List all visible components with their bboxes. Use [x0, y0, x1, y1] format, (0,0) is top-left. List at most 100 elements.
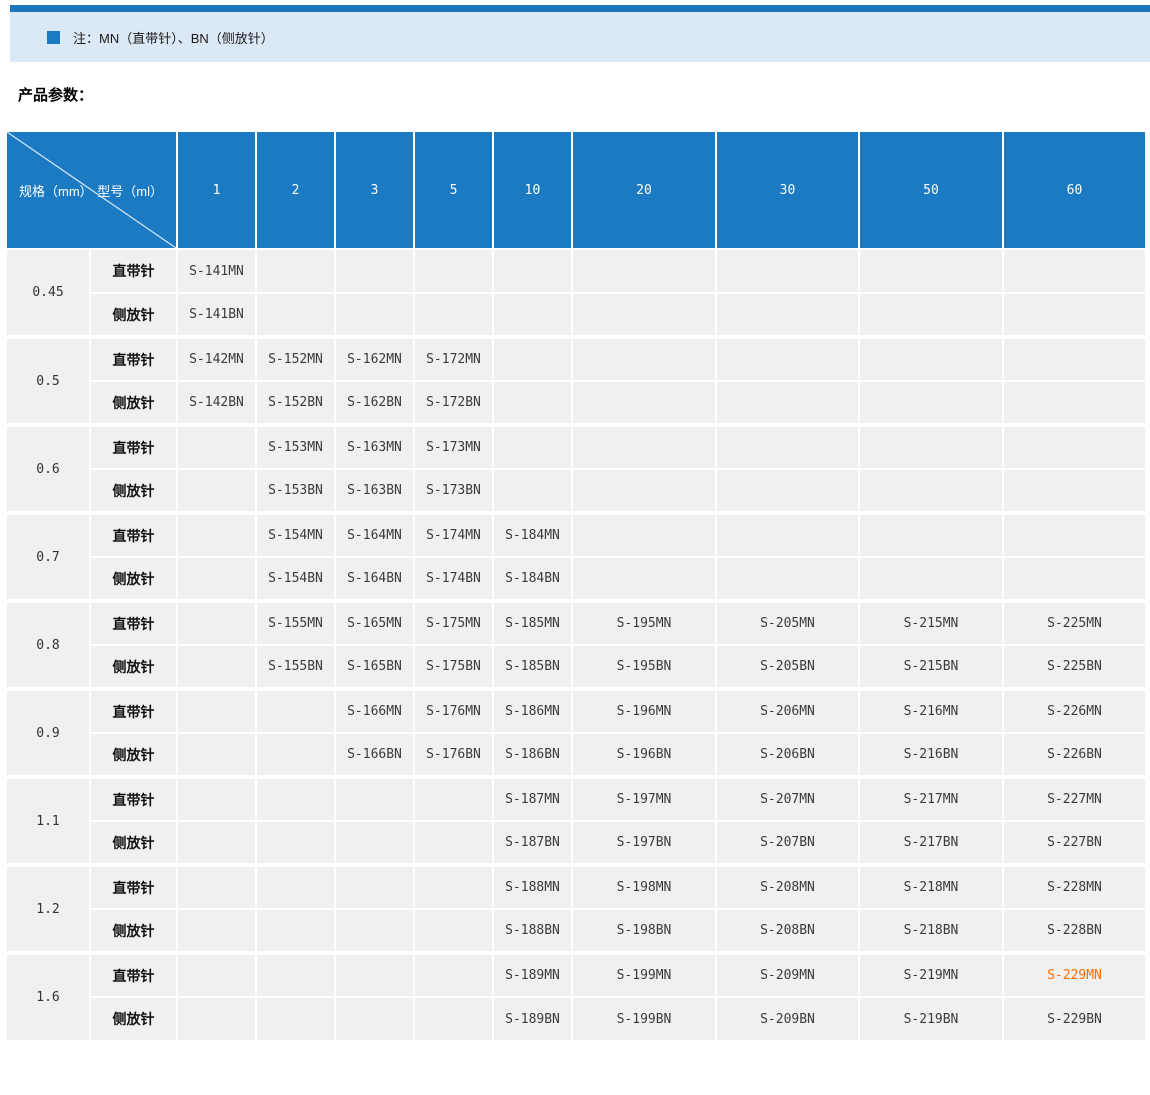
needle-type-cell: 直带针 [89, 687, 178, 734]
empty-cell [176, 732, 257, 778]
table-row: 侧放针 S-188BN S-198BN S-208BN S-218BN S-228BN [6, 908, 1147, 954]
empty-cell [571, 292, 717, 338]
model-cell: S-184MN [492, 511, 573, 558]
model-cell: S-184BN [492, 556, 573, 602]
model-cell: S-218MN [858, 863, 1004, 910]
model-cell: S-165BN [334, 644, 415, 690]
empty-cell [176, 423, 257, 470]
empty-cell [334, 775, 415, 822]
model-cell: S-187BN [492, 820, 573, 866]
model-cell: S-225MN [1002, 599, 1147, 646]
empty-cell [334, 908, 415, 954]
model-cell: S-216BN [858, 732, 1004, 778]
empty-cell [176, 775, 257, 822]
model-cell: S-206MN [715, 687, 860, 734]
empty-cell [255, 732, 336, 778]
model-cell: S-175BN [413, 644, 494, 690]
empty-cell [255, 996, 336, 1042]
model-cell: S-187MN [492, 775, 573, 822]
note-text: 注：MN（直带针）、BN（侧放针） [73, 30, 274, 46]
empty-cell [858, 380, 1004, 426]
model-cell: S-229MN [1002, 951, 1147, 998]
model-cell: S-198BN [571, 908, 717, 954]
model-cell: S-189MN [492, 951, 573, 998]
empty-cell [492, 248, 573, 294]
column-header: 20 [571, 130, 717, 250]
model-cell: S-207MN [715, 775, 860, 822]
model-cell: S-162BN [334, 380, 415, 426]
empty-cell [1002, 248, 1147, 294]
model-cell: S-188BN [492, 908, 573, 954]
model-cell: S-186MN [492, 687, 573, 734]
empty-cell [176, 644, 257, 690]
model-cell: S-227MN [1002, 775, 1147, 822]
empty-cell [571, 468, 717, 514]
empty-cell [176, 996, 257, 1042]
empty-cell [715, 292, 860, 338]
model-cell: S-196MN [571, 687, 717, 734]
needle-type-cell: 侧放针 [89, 292, 178, 338]
empty-cell [413, 292, 494, 338]
column-header: 50 [858, 130, 1004, 250]
model-cell: S-219BN [858, 996, 1004, 1042]
needle-type-cell: 直带针 [89, 951, 178, 998]
table-row: 侧放针 S-189BN S-199BN S-209BN S-219BN S-229BN [6, 996, 1147, 1042]
empty-cell [492, 380, 573, 426]
model-cell: S-188MN [492, 863, 573, 910]
model-cell: S-185MN [492, 599, 573, 646]
model-cell: S-155MN [255, 599, 336, 646]
model-cell: S-215MN [858, 599, 1004, 646]
empty-cell [255, 863, 336, 910]
model-cell: S-226BN [1002, 732, 1147, 778]
empty-cell [176, 556, 257, 602]
empty-cell [571, 556, 717, 602]
table-row: 0.7 直带针 S-154MN S-164MN S-174MN S-184MN [5, 511, 1147, 602]
model-cell: S-176MN [413, 687, 494, 734]
table-row: 0.8 直带针 S-155MN S-165MN S-175MN S-185MN S-195M… [5, 599, 1147, 690]
needle-type-cell: 侧放针 [89, 556, 178, 602]
needle-type-cell: 直带针 [89, 599, 178, 646]
model-cell: S-142MN [176, 335, 257, 382]
model-cell: S-225BN [1002, 644, 1147, 690]
empty-cell [176, 951, 257, 998]
model-cell: S-217MN [858, 775, 1004, 822]
empty-cell [413, 996, 494, 1042]
model-cell: S-154BN [255, 556, 336, 602]
empty-cell [492, 335, 573, 382]
table-row: 0.6 直带针 S-153MN S-163MN S-173MN [5, 423, 1147, 514]
model-cell: S-165MN [334, 599, 415, 646]
model-cell: S-141BN [176, 292, 257, 338]
empty-cell [492, 292, 573, 338]
model-cell: S-172BN [413, 380, 494, 426]
model-cell: S-164BN [334, 556, 415, 602]
empty-cell [334, 996, 415, 1042]
model-cell: S-219MN [858, 951, 1004, 998]
empty-cell [492, 423, 573, 470]
empty-cell [255, 292, 336, 338]
empty-cell [176, 863, 257, 910]
empty-cell [571, 423, 717, 470]
spec-cell: 0.8 [5, 599, 91, 690]
table-row: 0.5 直带针 S-142MN S-152MN S-162MN S-172MN [5, 335, 1147, 426]
model-cell: S-152MN [255, 335, 336, 382]
column-header: 10 [492, 130, 573, 250]
table-row: 侧放针 S-153BN S-163BN S-173BN [6, 468, 1147, 514]
table-row: 侧放针 S-142BN S-152BN S-162BN S-172BN [6, 380, 1147, 426]
model-cell: S-155BN [255, 644, 336, 690]
spec-cell: 0.9 [5, 687, 91, 778]
empty-cell [1002, 292, 1147, 338]
model-cell: S-209BN [715, 996, 860, 1042]
model-cell: S-152BN [255, 380, 336, 426]
empty-cell [858, 292, 1004, 338]
empty-cell [255, 775, 336, 822]
empty-cell [715, 468, 860, 514]
empty-cell [715, 335, 860, 382]
needle-type-cell: 直带针 [89, 863, 178, 910]
empty-cell [715, 556, 860, 602]
model-cell: S-162MN [334, 335, 415, 382]
model-cell: S-153MN [255, 423, 336, 470]
empty-cell [1002, 511, 1147, 558]
empty-cell [334, 820, 415, 866]
model-cell: S-154MN [255, 511, 336, 558]
model-cell: S-174BN [413, 556, 494, 602]
